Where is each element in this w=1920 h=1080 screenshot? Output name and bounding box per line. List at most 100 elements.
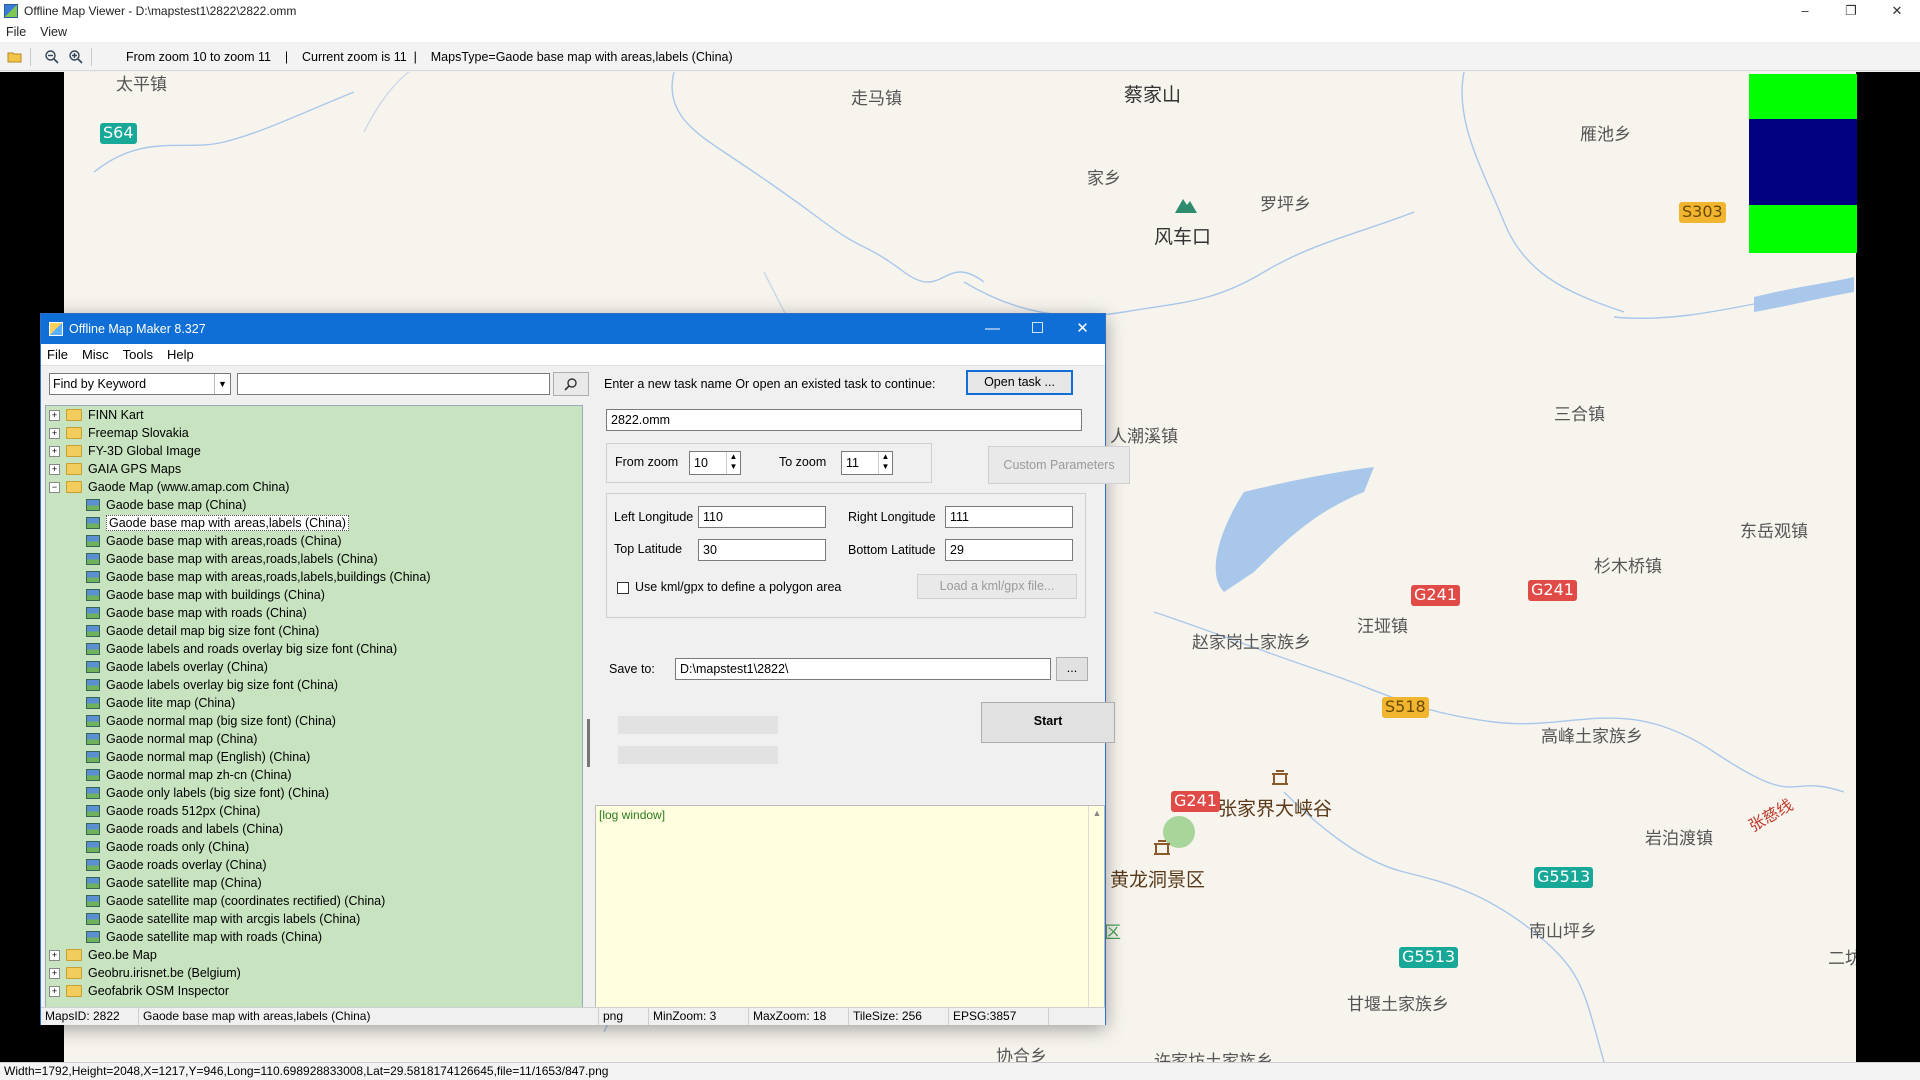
tree-item-label: Gaode satellite map with arcgis labels (… (106, 912, 361, 926)
expand-icon[interactable]: + (49, 949, 60, 961)
from-zoom-spinner[interactable]: 10 ▲ ▼ (689, 451, 741, 475)
tree-item[interactable]: + Geofabrik OSM Inspector (46, 982, 582, 1000)
tree-item[interactable]: Gaode satellite map with roads (China) (46, 928, 582, 946)
expand-icon[interactable]: + (49, 427, 60, 439)
maker-menu-tools[interactable]: Tools (123, 347, 153, 362)
custom-parameters-button[interactable]: Custom Parameters (988, 446, 1130, 484)
tree-item[interactable]: Gaode base map with areas,roads (China) (46, 532, 582, 550)
tree-item[interactable]: Gaode base map with roads (China) (46, 604, 582, 622)
save-path-input[interactable]: D:\mapstest1\2822\ (675, 658, 1051, 680)
tree-item-label: Gaode base map with areas,roads,labels (… (106, 552, 378, 566)
tree-item[interactable]: Gaode normal map (English) (China) (46, 748, 582, 766)
map-layer-icon (86, 751, 100, 763)
up-down-arrows-icon[interactable]: ▲ ▼ (726, 452, 740, 474)
expand-icon[interactable]: + (49, 463, 60, 475)
tree-item-label: Geobru.irisnet.be (Belgium) (88, 966, 241, 980)
tree-item[interactable]: Gaode satellite map with arcgis labels (… (46, 910, 582, 928)
expand-icon[interactable]: + (49, 985, 60, 997)
tree-item[interactable]: Gaode normal map zh-cn (China) (46, 766, 582, 784)
bottom-latitude-input[interactable]: 29 (945, 539, 1073, 561)
map-layer-icon (86, 823, 100, 835)
tree-item[interactable]: Gaode roads overlay (China) (46, 856, 582, 874)
minimize-button[interactable]: – (1782, 0, 1828, 22)
expand-icon[interactable]: + (49, 967, 60, 979)
tree-item[interactable]: Gaode base map with buildings (China) (46, 586, 582, 604)
tree-item[interactable]: Gaode roads and labels (China) (46, 820, 582, 838)
right-longitude-input[interactable]: 111 (945, 506, 1073, 528)
tree-item[interactable]: + FINN Kart (46, 406, 582, 424)
collapse-icon[interactable]: − (49, 481, 60, 493)
zoom-level-indicator (1749, 74, 1857, 253)
maker-close-button[interactable]: ✕ (1060, 314, 1105, 344)
tree-item[interactable]: Gaode satellite map (China) (46, 874, 582, 892)
tree-item[interactable]: Gaode base map with areas,roads,labels (… (46, 550, 582, 568)
tree-item[interactable]: Gaode base map (China) (46, 496, 582, 514)
tree-item[interactable]: Gaode roads 512px (China) (46, 802, 582, 820)
tree-item[interactable]: Gaode labels and roads overlay big size … (46, 640, 582, 658)
tree-item[interactable]: + GAIA GPS Maps (46, 460, 582, 478)
maker-titlebar[interactable]: Offline Map Maker 8.327 — ☐ ✕ (41, 314, 1105, 344)
top-latitude-input[interactable]: 30 (698, 539, 826, 561)
zoom-in-icon[interactable] (67, 48, 85, 66)
task-name-input[interactable]: 2822.omm (606, 409, 1082, 431)
maker-menu-help[interactable]: Help (167, 347, 194, 362)
map-layer-icon (86, 517, 100, 529)
tree-item[interactable]: Gaode only labels (big size font) (China… (46, 784, 582, 802)
restore-button[interactable]: ❐ (1828, 0, 1874, 22)
close-button[interactable]: ✕ (1874, 0, 1920, 22)
up-down-arrows-icon[interactable]: ▲ ▼ (878, 452, 892, 474)
map-layer-icon (86, 805, 100, 817)
search-input[interactable] (237, 373, 550, 395)
kml-polygon-checkbox[interactable] (617, 582, 629, 594)
tree-item[interactable]: + Geo.be Map (46, 946, 582, 964)
chevron-down-icon[interactable]: ▼ (214, 374, 230, 394)
tree-item[interactable]: Gaode normal map (big size font) (China) (46, 712, 582, 730)
tree-item[interactable]: Gaode labels overlay big size font (Chin… (46, 676, 582, 694)
maker-minimize-button[interactable]: — (970, 314, 1015, 344)
from-zoom-value: 10 (694, 456, 708, 470)
tree-item[interactable]: Gaode detail map big size font (China) (46, 622, 582, 640)
tree-item[interactable]: − Gaode Map (www.amap.com China) (46, 478, 582, 496)
tree-item[interactable]: + Freemap Slovakia (46, 424, 582, 442)
zoom-out-icon[interactable] (43, 48, 61, 66)
tree-item[interactable]: Gaode base map with areas,roads,labels,b… (46, 568, 582, 586)
tree-item[interactable]: Gaode base map with areas,labels (China) (46, 514, 582, 532)
expand-icon[interactable]: + (49, 409, 60, 421)
tree-item[interactable]: + Geobru.irisnet.be (Belgium) (46, 964, 582, 982)
load-kml-button[interactable]: Load a kml/gpx file... (917, 574, 1077, 599)
tree-item[interactable]: Gaode normal map (China) (46, 730, 582, 748)
maker-maximize-button[interactable]: ☐ (1015, 314, 1060, 344)
menu-view[interactable]: View (40, 25, 67, 39)
open-task-button[interactable]: Open task ... (966, 370, 1073, 395)
browse-folder-button[interactable]: ... (1056, 657, 1088, 681)
scroll-up-icon[interactable]: ▲ (1089, 808, 1105, 818)
search-row: Find by Keyword ▼ (49, 372, 589, 396)
log-scrollbar[interactable]: ▲ ▼ (1088, 806, 1104, 1021)
map-source-tree[interactable]: + FINN Kart + Freemap Slovakia + FY-3D Global… (45, 405, 583, 1010)
to-zoom-spinner[interactable]: 11 ▲ ▼ (841, 451, 893, 475)
tree-splitter[interactable] (587, 447, 591, 947)
menu-file[interactable]: File (6, 25, 26, 39)
indicator-band-bottom (1749, 205, 1857, 253)
open-folder-icon[interactable] (6, 48, 24, 66)
place-label: 太平镇 (116, 75, 167, 95)
tree-item[interactable]: Gaode roads only (China) (46, 838, 582, 856)
left-longitude-input[interactable]: 110 (698, 506, 826, 528)
road-shield: S303 (1679, 202, 1726, 223)
log-window[interactable]: [log window] ▲ ▼ (595, 805, 1105, 1022)
maker-menu-file[interactable]: File (47, 347, 68, 362)
status-max-zoom: MaxZoom: 18 (749, 1008, 849, 1025)
from-zoom-label: From zoom (615, 455, 679, 469)
map-layer-icon (86, 679, 100, 691)
tree-item[interactable]: Gaode lite map (China) (46, 694, 582, 712)
expand-icon[interactable]: + (49, 445, 60, 457)
maker-menu-misc[interactable]: Misc (82, 347, 109, 362)
tree-item[interactable]: Gaode labels overlay (China) (46, 658, 582, 676)
search-button[interactable] (553, 372, 589, 396)
road-shield: G241 (1411, 585, 1460, 606)
start-button[interactable]: Start (981, 702, 1115, 743)
status-maps-name: Gaode base map with areas,labels (China) (139, 1008, 599, 1025)
tree-item[interactable]: Gaode satellite map (coordinates rectifi… (46, 892, 582, 910)
tree-item[interactable]: + FY-3D Global Image (46, 442, 582, 460)
search-mode-select[interactable]: Find by Keyword ▼ (49, 373, 231, 395)
